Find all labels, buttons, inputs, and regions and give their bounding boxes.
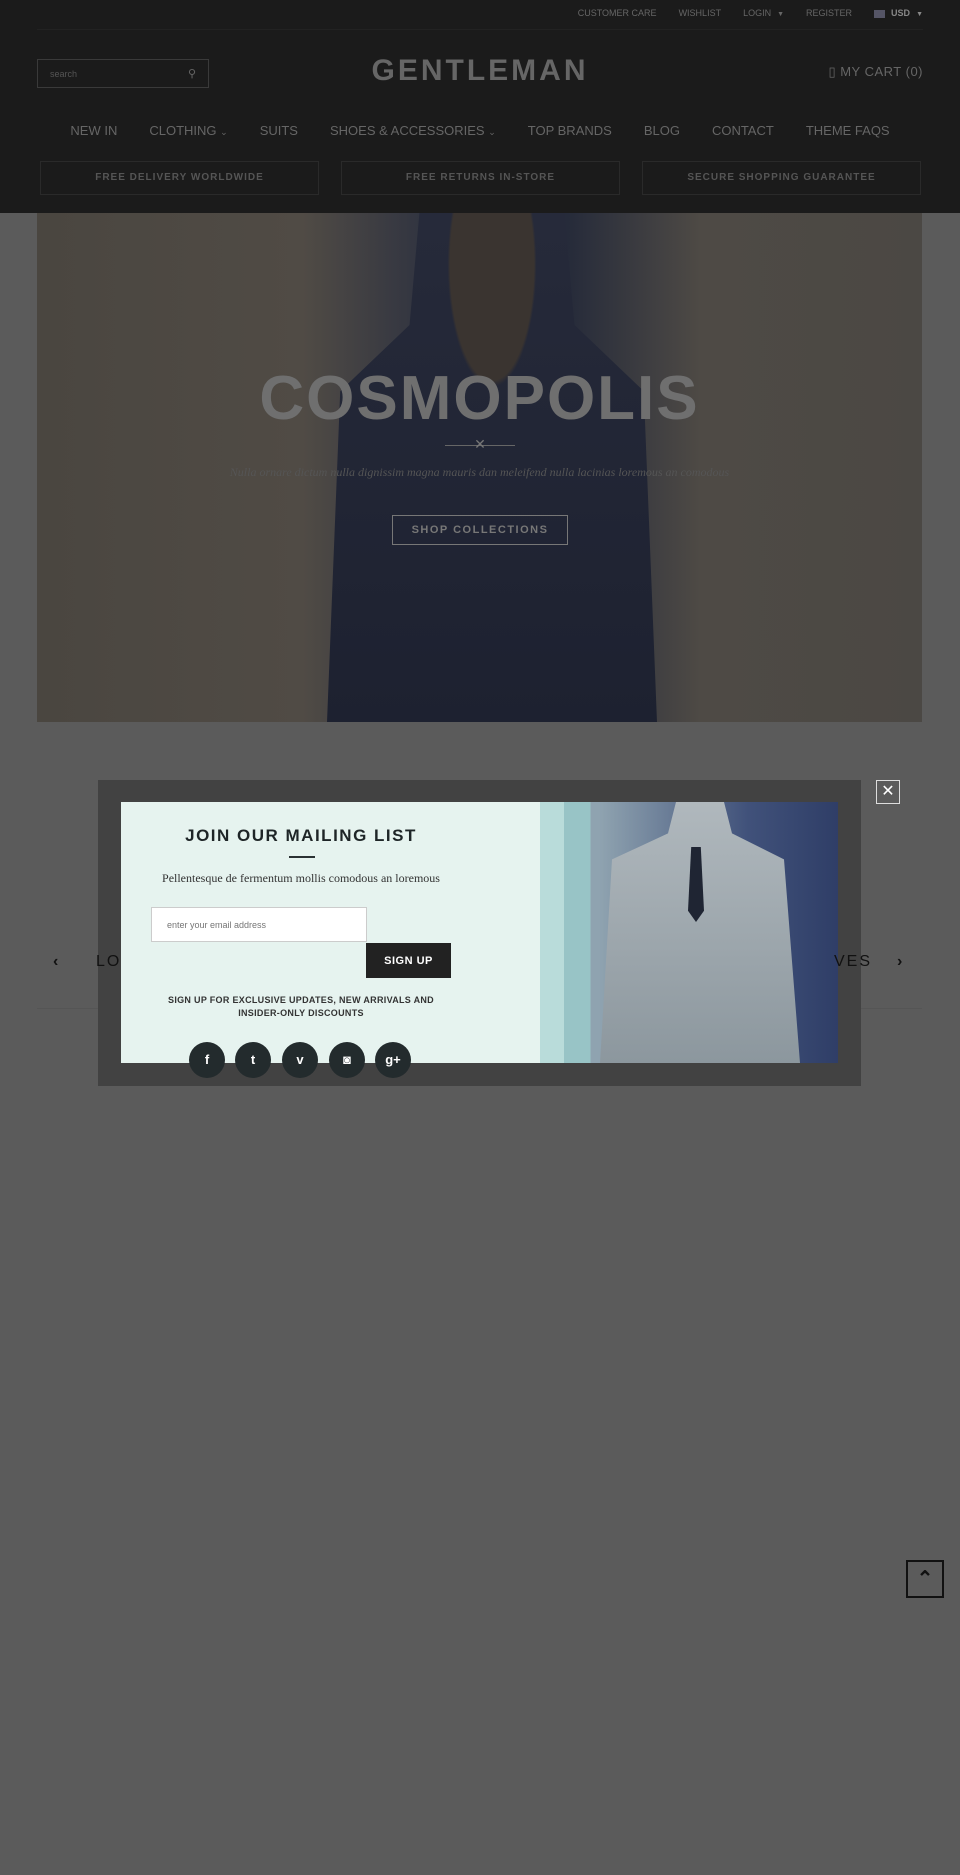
- divider: [289, 856, 315, 858]
- popup-text: Pellentesque de fermentum mollis comodou…: [162, 871, 440, 885]
- nav-blog[interactable]: BLOG: [644, 123, 680, 138]
- bag-icon: ▯: [828, 64, 841, 79]
- site-header: CUSTOMER CARE WISHLIST LOGIN ▼ REGISTER U…: [0, 0, 960, 213]
- google-plus-icon[interactable]: g+: [375, 1042, 411, 1078]
- facebook-icon[interactable]: f: [189, 1042, 225, 1078]
- us-flag-icon: [874, 9, 886, 18]
- feature-returns: FREE RETURNS IN-STORE: [341, 161, 620, 195]
- carousel-next-button[interactable]: ›: [897, 953, 902, 971]
- nav-clothing[interactable]: CLOTHING ⌄: [149, 123, 227, 138]
- close-popup-button[interactable]: ✕: [876, 780, 900, 804]
- nav-label: SHOES & ACCESSORIES: [329, 123, 485, 138]
- popup-note: SIGN UP FOR EXCLUSIVE UPDATES, NEW ARRIV…: [168, 995, 434, 1018]
- cart-label: MY CART (0): [840, 64, 923, 79]
- nav-contact[interactable]: CONTACT: [712, 123, 774, 138]
- main-nav: NEW IN CLOTHING ⌄ SUITS SHOES & ACCESSOR…: [0, 123, 960, 138]
- top-bar: CUSTOMER CARE WISHLIST LOGIN ▼ REGISTER U…: [578, 8, 923, 18]
- nav-suits[interactable]: SUITS: [260, 123, 298, 138]
- chevron-down-icon: ⌄: [488, 127, 496, 137]
- currency-selector[interactable]: USD ▼: [874, 8, 923, 18]
- caret-down-icon: ▼: [916, 11, 923, 18]
- cross-icon: ✕: [474, 436, 486, 452]
- login-label: LOGIN: [743, 8, 772, 18]
- email-field[interactable]: [151, 907, 367, 942]
- register-link[interactable]: REGISTER: [806, 8, 852, 18]
- sign-up-button[interactable]: SIGN UP: [366, 943, 451, 978]
- hero-divider: ✕: [445, 436, 515, 464]
- popup-image: [540, 802, 838, 1063]
- hero-title: COSMOPOLIS: [259, 364, 700, 433]
- carousel-item-text: LO: [96, 953, 122, 970]
- nav-label: CLOTHING: [149, 123, 217, 138]
- wishlist-link[interactable]: WISHLIST: [679, 8, 722, 18]
- nav-shoes-accessories[interactable]: SHOES & ACCESSORIES ⌄: [330, 123, 496, 138]
- caret-down-icon: ▼: [777, 11, 785, 18]
- nav-new-in[interactable]: NEW IN: [70, 123, 117, 138]
- twitter-icon[interactable]: t: [235, 1042, 271, 1078]
- currency-label: USD: [891, 8, 911, 18]
- hero-subtitle: Nulla ornare dictum nulla dignissim magn…: [229, 465, 730, 479]
- nav-theme-faqs[interactable]: THEME FAQS: [806, 123, 890, 138]
- nav-top-brands[interactable]: TOP BRANDS: [528, 123, 612, 138]
- feature-bar: FREE DELIVERY WORLDWIDE FREE RETURNS IN-…: [40, 161, 921, 195]
- back-to-top-button[interactable]: ⌃: [906, 1560, 944, 1598]
- hero-banner: COSMOPOLIS ✕ Nulla ornare dictum nulla d…: [37, 213, 922, 722]
- login-link[interactable]: LOGIN ▼: [743, 8, 784, 18]
- logo[interactable]: GENTLEMAN: [0, 54, 960, 88]
- chevron-down-icon: ⌄: [220, 127, 228, 137]
- carousel-item-text: VES: [834, 953, 873, 970]
- newsletter-popup: JOIN OUR MAILING LIST Pellentesque de fe…: [98, 780, 861, 1086]
- divider: [37, 29, 923, 30]
- feature-secure: SECURE SHOPPING GUARANTEE: [642, 161, 921, 195]
- carousel-prev-button[interactable]: ‹: [53, 953, 58, 971]
- vimeo-icon[interactable]: v: [282, 1042, 318, 1078]
- cart-button[interactable]: ▯ MY CART (0): [828, 64, 923, 80]
- popup-title: JOIN OUR MAILING LIST: [185, 826, 417, 845]
- shop-collections-button[interactable]: SHOP COLLECTIONS: [392, 515, 568, 545]
- feature-delivery: FREE DELIVERY WORLDWIDE: [40, 161, 319, 195]
- instagram-icon[interactable]: ◙: [329, 1042, 365, 1078]
- close-icon: ✕: [881, 783, 895, 800]
- chevron-up-icon: ⌃: [916, 1568, 934, 1590]
- popup-content: JOIN OUR MAILING LIST Pellentesque de fe…: [121, 802, 838, 1078]
- customer-care-link[interactable]: CUSTOMER CARE: [578, 8, 657, 18]
